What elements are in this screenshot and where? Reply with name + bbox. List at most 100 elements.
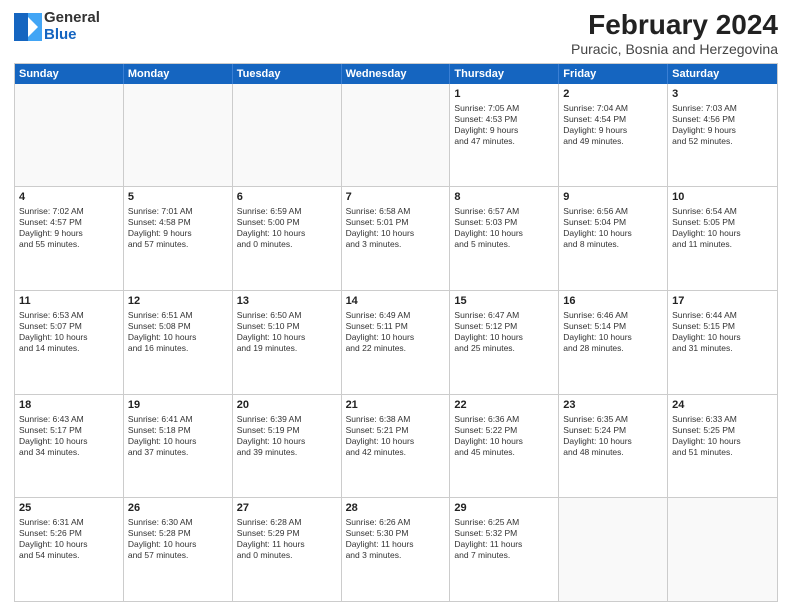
- day-info: Sunrise: 6:35 AM Sunset: 5:24 PM Dayligh…: [563, 414, 663, 458]
- day-number: 21: [346, 398, 446, 413]
- day-number: 16: [563, 294, 663, 309]
- day-info: Sunrise: 6:33 AM Sunset: 5:25 PM Dayligh…: [672, 414, 773, 458]
- day-info: Sunrise: 6:54 AM Sunset: 5:05 PM Dayligh…: [672, 206, 773, 250]
- calendar-cell: [559, 498, 668, 601]
- calendar-cell: 3Sunrise: 7:03 AM Sunset: 4:56 PM Daylig…: [668, 84, 777, 187]
- calendar-cell: [15, 84, 124, 187]
- day-info: Sunrise: 6:36 AM Sunset: 5:22 PM Dayligh…: [454, 414, 554, 458]
- header-monday: Monday: [124, 64, 233, 84]
- calendar-cell: 11Sunrise: 6:53 AM Sunset: 5:07 PM Dayli…: [15, 291, 124, 394]
- day-info: Sunrise: 6:43 AM Sunset: 5:17 PM Dayligh…: [19, 414, 119, 458]
- day-info: Sunrise: 7:01 AM Sunset: 4:58 PM Dayligh…: [128, 206, 228, 250]
- calendar-cell: 27Sunrise: 6:28 AM Sunset: 5:29 PM Dayli…: [233, 498, 342, 601]
- calendar-row-1: 4Sunrise: 7:02 AM Sunset: 4:57 PM Daylig…: [15, 186, 777, 290]
- calendar-row-4: 25Sunrise: 6:31 AM Sunset: 5:26 PM Dayli…: [15, 497, 777, 601]
- day-number: 27: [237, 501, 337, 516]
- calendar-cell: 2Sunrise: 7:04 AM Sunset: 4:54 PM Daylig…: [559, 84, 668, 187]
- header-saturday: Saturday: [668, 64, 777, 84]
- calendar-row-2: 11Sunrise: 6:53 AM Sunset: 5:07 PM Dayli…: [15, 290, 777, 394]
- calendar-cell: 14Sunrise: 6:49 AM Sunset: 5:11 PM Dayli…: [342, 291, 451, 394]
- day-info: Sunrise: 6:28 AM Sunset: 5:29 PM Dayligh…: [237, 517, 337, 561]
- day-number: 14: [346, 294, 446, 309]
- day-number: 19: [128, 398, 228, 413]
- calendar-cell: 4Sunrise: 7:02 AM Sunset: 4:57 PM Daylig…: [15, 187, 124, 290]
- day-number: 1: [454, 87, 554, 102]
- logo-blue-text: Blue: [44, 27, 100, 44]
- day-number: 25: [19, 501, 119, 516]
- calendar-cell: 15Sunrise: 6:47 AM Sunset: 5:12 PM Dayli…: [450, 291, 559, 394]
- day-info: Sunrise: 7:03 AM Sunset: 4:56 PM Dayligh…: [672, 103, 773, 147]
- day-info: Sunrise: 6:44 AM Sunset: 5:15 PM Dayligh…: [672, 310, 773, 354]
- header: General Blue February 2024 Puracic, Bosn…: [14, 10, 778, 57]
- day-number: 20: [237, 398, 337, 413]
- day-info: Sunrise: 6:46 AM Sunset: 5:14 PM Dayligh…: [563, 310, 663, 354]
- calendar-cell: [342, 84, 451, 187]
- day-info: Sunrise: 6:47 AM Sunset: 5:12 PM Dayligh…: [454, 310, 554, 354]
- logo-general-text: General: [44, 10, 100, 27]
- header-wednesday: Wednesday: [342, 64, 451, 84]
- day-number: 6: [237, 190, 337, 205]
- day-info: Sunrise: 6:38 AM Sunset: 5:21 PM Dayligh…: [346, 414, 446, 458]
- day-number: 4: [19, 190, 119, 205]
- calendar-cell: 17Sunrise: 6:44 AM Sunset: 5:15 PM Dayli…: [668, 291, 777, 394]
- day-info: Sunrise: 7:05 AM Sunset: 4:53 PM Dayligh…: [454, 103, 554, 147]
- calendar-cell: 6Sunrise: 6:59 AM Sunset: 5:00 PM Daylig…: [233, 187, 342, 290]
- calendar-cell: 5Sunrise: 7:01 AM Sunset: 4:58 PM Daylig…: [124, 187, 233, 290]
- calendar-header: Sunday Monday Tuesday Wednesday Thursday…: [15, 64, 777, 84]
- day-info: Sunrise: 7:04 AM Sunset: 4:54 PM Dayligh…: [563, 103, 663, 147]
- day-info: Sunrise: 6:57 AM Sunset: 5:03 PM Dayligh…: [454, 206, 554, 250]
- calendar-cell: 19Sunrise: 6:41 AM Sunset: 5:18 PM Dayli…: [124, 395, 233, 498]
- header-tuesday: Tuesday: [233, 64, 342, 84]
- day-info: Sunrise: 6:39 AM Sunset: 5:19 PM Dayligh…: [237, 414, 337, 458]
- calendar-cell: 25Sunrise: 6:31 AM Sunset: 5:26 PM Dayli…: [15, 498, 124, 601]
- header-sunday: Sunday: [15, 64, 124, 84]
- calendar: Sunday Monday Tuesday Wednesday Thursday…: [14, 63, 778, 602]
- calendar-cell: [233, 84, 342, 187]
- day-number: 8: [454, 190, 554, 205]
- day-info: Sunrise: 6:49 AM Sunset: 5:11 PM Dayligh…: [346, 310, 446, 354]
- day-number: 24: [672, 398, 773, 413]
- page-title: February 2024: [571, 10, 778, 41]
- header-thursday: Thursday: [450, 64, 559, 84]
- day-info: Sunrise: 6:53 AM Sunset: 5:07 PM Dayligh…: [19, 310, 119, 354]
- title-block: February 2024 Puracic, Bosnia and Herzeg…: [571, 10, 778, 57]
- calendar-cell: 1Sunrise: 7:05 AM Sunset: 4:53 PM Daylig…: [450, 84, 559, 187]
- calendar-row-3: 18Sunrise: 6:43 AM Sunset: 5:17 PM Dayli…: [15, 394, 777, 498]
- calendar-cell: 12Sunrise: 6:51 AM Sunset: 5:08 PM Dayli…: [124, 291, 233, 394]
- calendar-body: 1Sunrise: 7:05 AM Sunset: 4:53 PM Daylig…: [15, 84, 777, 601]
- day-number: 28: [346, 501, 446, 516]
- calendar-cell: 18Sunrise: 6:43 AM Sunset: 5:17 PM Dayli…: [15, 395, 124, 498]
- logo: General Blue: [14, 10, 100, 43]
- day-number: 17: [672, 294, 773, 309]
- logo-icon: [14, 13, 42, 41]
- day-number: 11: [19, 294, 119, 309]
- day-info: Sunrise: 6:59 AM Sunset: 5:00 PM Dayligh…: [237, 206, 337, 250]
- header-friday: Friday: [559, 64, 668, 84]
- day-info: Sunrise: 6:58 AM Sunset: 5:01 PM Dayligh…: [346, 206, 446, 250]
- day-info: Sunrise: 6:56 AM Sunset: 5:04 PM Dayligh…: [563, 206, 663, 250]
- day-number: 7: [346, 190, 446, 205]
- page-subtitle: Puracic, Bosnia and Herzegovina: [571, 41, 778, 57]
- calendar-cell: 10Sunrise: 6:54 AM Sunset: 5:05 PM Dayli…: [668, 187, 777, 290]
- day-info: Sunrise: 6:41 AM Sunset: 5:18 PM Dayligh…: [128, 414, 228, 458]
- day-number: 18: [19, 398, 119, 413]
- calendar-cell: 16Sunrise: 6:46 AM Sunset: 5:14 PM Dayli…: [559, 291, 668, 394]
- calendar-cell: 24Sunrise: 6:33 AM Sunset: 5:25 PM Dayli…: [668, 395, 777, 498]
- day-info: Sunrise: 6:26 AM Sunset: 5:30 PM Dayligh…: [346, 517, 446, 561]
- calendar-cell: 21Sunrise: 6:38 AM Sunset: 5:21 PM Dayli…: [342, 395, 451, 498]
- calendar-cell: [124, 84, 233, 187]
- calendar-cell: 20Sunrise: 6:39 AM Sunset: 5:19 PM Dayli…: [233, 395, 342, 498]
- calendar-cell: 9Sunrise: 6:56 AM Sunset: 5:04 PM Daylig…: [559, 187, 668, 290]
- day-info: Sunrise: 6:31 AM Sunset: 5:26 PM Dayligh…: [19, 517, 119, 561]
- day-number: 10: [672, 190, 773, 205]
- day-info: Sunrise: 6:51 AM Sunset: 5:08 PM Dayligh…: [128, 310, 228, 354]
- day-number: 26: [128, 501, 228, 516]
- day-number: 3: [672, 87, 773, 102]
- calendar-cell: [668, 498, 777, 601]
- day-number: 13: [237, 294, 337, 309]
- calendar-cell: 22Sunrise: 6:36 AM Sunset: 5:22 PM Dayli…: [450, 395, 559, 498]
- day-info: Sunrise: 6:30 AM Sunset: 5:28 PM Dayligh…: [128, 517, 228, 561]
- calendar-cell: 23Sunrise: 6:35 AM Sunset: 5:24 PM Dayli…: [559, 395, 668, 498]
- day-number: 23: [563, 398, 663, 413]
- calendar-row-0: 1Sunrise: 7:05 AM Sunset: 4:53 PM Daylig…: [15, 84, 777, 187]
